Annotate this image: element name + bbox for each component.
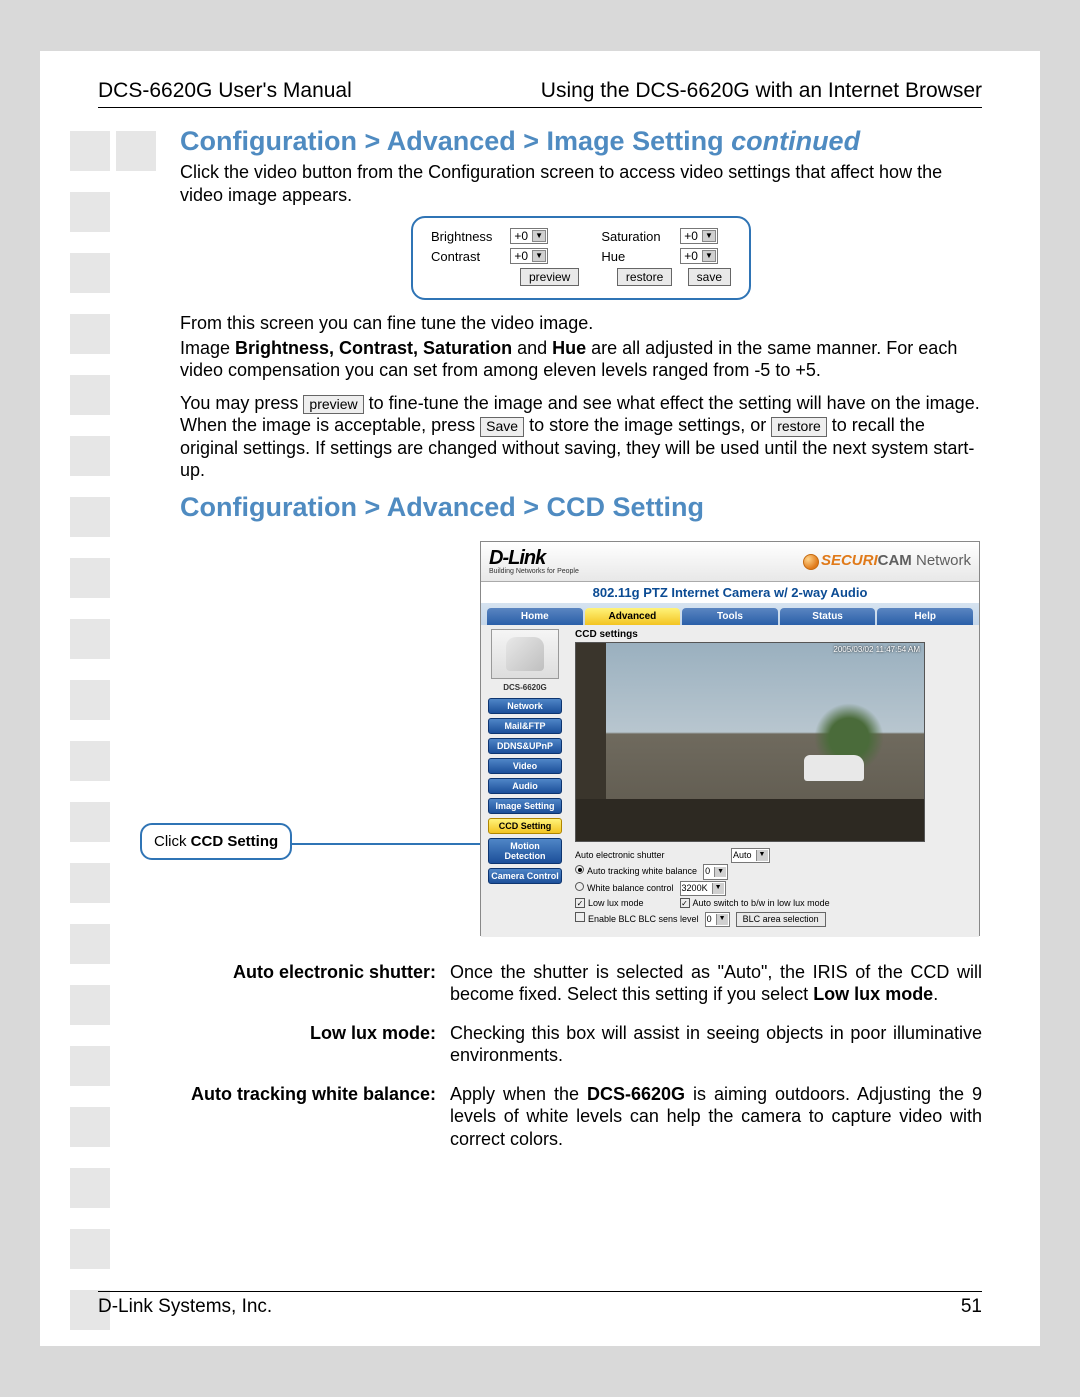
def-aes-desc: Once the shutter is selected as "Auto", … (450, 961, 982, 1006)
model-label: DCS-6620G (503, 683, 547, 692)
save-inline-button: Save (480, 417, 524, 437)
side-video[interactable]: Video (488, 758, 562, 774)
lowlux-label: Low lux mode (588, 898, 644, 908)
tab-tools[interactable]: Tools (682, 608, 778, 625)
chevron-down-icon: ▼ (702, 250, 716, 262)
footer-page-number: 51 (961, 1296, 982, 1318)
side-ccd-setting[interactable]: CCD Setting (488, 818, 562, 834)
blc-label: Enable BLC BLC sens level (588, 914, 699, 924)
side-network[interactable]: Network (488, 698, 562, 714)
page-footer: D-Link Systems, Inc. 51 (98, 1291, 982, 1318)
autobw-label: Auto switch to b/w in low lux mode (693, 898, 830, 908)
ui-header: D-Link Building Networks for People SECU… (481, 542, 979, 582)
intro-paragraph: Click the video button from the Configur… (180, 161, 982, 206)
contrast-label: Contrast (427, 246, 506, 266)
lowlux-checkbox[interactable] (575, 898, 585, 908)
image-settings-panel: Brightness +0▼ Saturation +0▼ Contrast +… (411, 216, 751, 300)
manual-page: DCS-6620G User's Manual Using the DCS-66… (40, 51, 1040, 1346)
decorative-squares (70, 131, 162, 1351)
def-lowlux-desc: Checking this box will assist in seeing … (450, 1022, 982, 1067)
tab-home[interactable]: Home (487, 608, 583, 625)
def-aes-term: Auto electronic shutter: (180, 961, 450, 1006)
securicam-brand: SECURICAM Network (803, 552, 971, 569)
autobw-checkbox[interactable] (680, 898, 690, 908)
tab-help[interactable]: Help (877, 608, 973, 625)
tab-status[interactable]: Status (780, 608, 876, 625)
footer-company: D-Link Systems, Inc. (98, 1296, 272, 1318)
def-lowlux-term: Low lux mode: (180, 1022, 450, 1067)
preview-inline-button: preview (303, 395, 363, 415)
restore-inline-button: restore (771, 417, 827, 437)
ccd-settings-title: CCD settings (575, 629, 973, 640)
dlink-admin-ui: D-Link Building Networks for People SECU… (480, 541, 980, 936)
page-header: DCS-6620G User's Manual Using the DCS-66… (98, 79, 982, 108)
contrast-dropdown[interactable]: +0▼ (510, 248, 548, 264)
atwb-label: Auto tracking white balance (587, 866, 697, 876)
side-audio[interactable]: Audio (488, 778, 562, 794)
dlink-logo: D-Link (489, 547, 579, 570)
tab-advanced[interactable]: Advanced (585, 608, 681, 625)
video-timestamp: 2005/03/02 11:47:54 AM (833, 645, 920, 654)
ccd-settings-form: Auto electronic shutter Auto▼ Auto track… (575, 848, 973, 928)
brightness-label: Brightness (427, 226, 506, 246)
content-area: Configuration > Advanced > Image Setting… (180, 126, 982, 1150)
wbc-radio[interactable] (575, 882, 584, 891)
ccd-figure: Click CCD Setting D-Link Building Networ… (180, 541, 982, 941)
ui-sidebar: DCS-6620G Network Mail&FTP DDNS&UPnP Vid… (481, 625, 569, 937)
def-atwb-desc: Apply when the DCS-6620G is aiming outdo… (450, 1083, 982, 1151)
preview-button[interactable]: preview (520, 268, 579, 286)
camera-thumbnail (491, 629, 559, 679)
section-heading-ccd: Configuration > Advanced > CCD Setting (180, 492, 982, 523)
chevron-down-icon: ▼ (532, 230, 546, 242)
wbc-select[interactable]: 3200K▼ (680, 881, 726, 897)
side-camera-control[interactable]: Camera Control (488, 868, 562, 884)
video-preview: 2005/03/02 11:47:54 AM (575, 642, 925, 842)
blc-checkbox[interactable] (575, 912, 585, 922)
securicam-icon (803, 554, 819, 570)
fine-tune-paragraph: From this screen you can fine tune the v… (180, 312, 982, 335)
def-atwb-term: Auto tracking white balance: (180, 1083, 450, 1151)
ccd-callout: Click CCD Setting (140, 823, 292, 860)
atwb-select[interactable]: 0▼ (703, 864, 728, 880)
dlink-tagline: Building Networks for People (489, 568, 579, 575)
header-left: DCS-6620G User's Manual (98, 79, 352, 103)
hue-label: Hue (583, 246, 676, 266)
definitions: Auto electronic shutter: Once the shutte… (180, 961, 982, 1151)
ui-main: CCD settings 2005/03/02 11:47:54 AM Auto… (569, 625, 979, 937)
side-motion[interactable]: Motion Detection (488, 838, 562, 864)
ui-tabs: Home Advanced Tools Status Help (481, 603, 979, 625)
side-image-setting[interactable]: Image Setting (488, 798, 562, 814)
saturation-label: Saturation (583, 226, 676, 246)
side-mailftp[interactable]: Mail&FTP (488, 718, 562, 734)
blc-select[interactable]: 0▼ (705, 912, 730, 928)
section-heading-image-setting: Configuration > Advanced > Image Setting… (180, 126, 982, 157)
preview-save-paragraph: You may press preview to fine-tune the i… (180, 392, 982, 482)
restore-button[interactable]: restore (617, 268, 672, 286)
ui-subtitle: 802.11g PTZ Internet Camera w/ 2-way Aud… (481, 582, 979, 603)
blc-area-button[interactable]: BLC area selection (736, 912, 826, 928)
adjustments-paragraph: Image Brightness, Contrast, Saturation a… (180, 337, 982, 382)
callout-connector (290, 843, 510, 846)
aes-label: Auto electronic shutter (575, 849, 725, 863)
chevron-down-icon: ▼ (532, 250, 546, 262)
save-button[interactable]: save (688, 268, 731, 286)
wbc-label: White balance control (587, 883, 674, 893)
chevron-down-icon: ▼ (702, 230, 716, 242)
saturation-dropdown[interactable]: +0▼ (680, 228, 718, 244)
brightness-dropdown[interactable]: +0▼ (510, 228, 548, 244)
aes-select[interactable]: Auto▼ (731, 848, 770, 864)
header-right: Using the DCS-6620G with an Internet Bro… (541, 79, 982, 103)
hue-dropdown[interactable]: +0▼ (680, 248, 718, 264)
side-ddns[interactable]: DDNS&UPnP (488, 738, 562, 754)
atwb-radio[interactable] (575, 865, 584, 874)
